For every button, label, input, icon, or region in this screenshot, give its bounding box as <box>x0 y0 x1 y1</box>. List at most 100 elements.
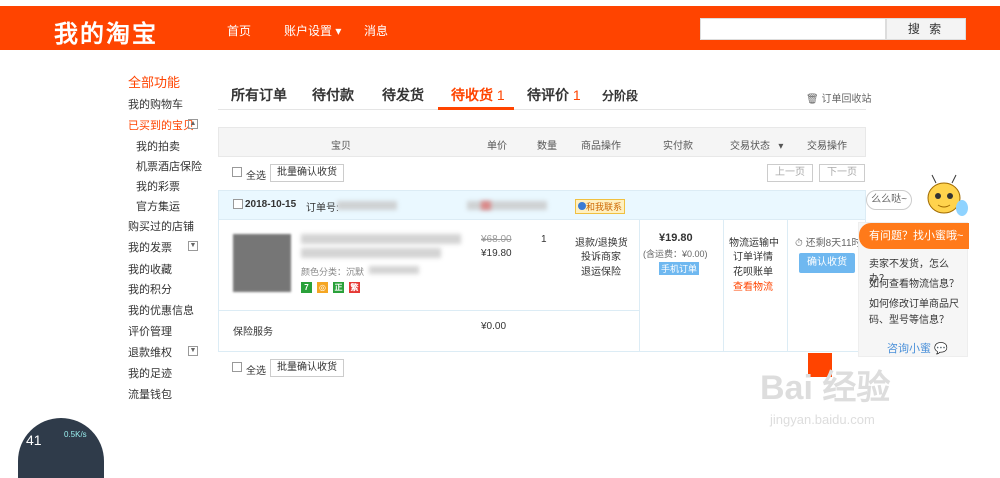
help-question[interactable]: 码、型号等信息？ <box>869 311 949 326</box>
variant-label: 颜色分类：沉默 <box>301 267 365 277</box>
sidebar-item-label: 我的发票 <box>128 242 172 254</box>
sidebar-item-shops[interactable]: 购买过的店铺 <box>128 218 194 234</box>
chevron-down-icon: ▾ <box>335 24 342 38</box>
shop-name-redacted <box>467 201 547 210</box>
product-title-redacted[interactable] <box>301 234 461 244</box>
sidebar-item-auction[interactable]: 我的拍卖 <box>136 138 180 154</box>
sidebar-item-footprints[interactable]: 我的足迹 <box>128 365 172 381</box>
remaining-time-label: 还剩8天11时 <box>805 238 862 249</box>
help-question[interactable]: 如何修改订单商品尺 <box>869 295 959 310</box>
mascot-speech-bubble: 么么哒~ <box>866 190 912 210</box>
tab-pending-shipment[interactable]: 待发货 <box>382 85 424 105</box>
ask-assistant-link[interactable]: 咨询小蜜 💬 <box>887 340 948 356</box>
sidebar-item-label: 已买到的宝贝 <box>128 120 194 132</box>
col-item-ops: 商品操作 <box>581 141 621 152</box>
nav-account-settings[interactable]: 账户设置 ▾ <box>284 22 341 39</box>
sidebar-item-all-functions[interactable]: 全部功能 <box>128 72 180 91</box>
product-thumbnail[interactable] <box>233 234 291 292</box>
return-insurance-link[interactable]: 退运保险 <box>581 263 621 278</box>
top-bar: 我的淘宝 首页 账户设置 ▾ 消息 搜 索 <box>0 6 1000 50</box>
tab-pending-payment[interactable]: 待付款 <box>312 85 354 105</box>
sidebar-item-refunds[interactable]: 退款维权 ▼ <box>128 344 198 360</box>
help-question[interactable]: 如何查看物流信息？ <box>869 275 959 290</box>
chevron-down-icon: ▾ <box>778 141 784 152</box>
recycle-bin-link[interactable]: 🗑 订单回收站 <box>806 90 871 105</box>
tab-label: 待评价 <box>527 87 569 103</box>
unit-price: ¥19.80 <box>481 248 512 259</box>
insurance-price: ¥0.00 <box>481 321 507 332</box>
sidebar-item-lottery[interactable]: 我的彩票 <box>136 178 180 194</box>
divider <box>219 310 639 311</box>
divider <box>723 220 724 352</box>
nav-messages[interactable]: 消息 <box>364 22 388 39</box>
collapse-icon[interactable]: ▲ <box>188 119 198 129</box>
mobile-order-badge: 手机订单 <box>659 262 700 275</box>
original-price: ¥68.00 <box>481 234 512 245</box>
remaining-time: ⏱ 还剩8天11时 <box>795 234 862 249</box>
col-qty: 数量 <box>537 141 557 152</box>
order-detail-link[interactable]: 订单详情 <box>733 248 773 263</box>
col-ops: 交易操作 <box>807 141 847 152</box>
quantity: 1 <box>541 234 547 245</box>
ask-assistant-label: 咨询小蜜 <box>887 343 931 355</box>
expand-icon[interactable]: ▼ <box>188 241 198 251</box>
tab-count: 1 <box>496 87 505 103</box>
network-speed-widget[interactable]: 41 0.5K/s <box>18 418 104 478</box>
top-toolbar: 全选 批量确认收货 上一页 下一页 <box>218 160 866 188</box>
refund-link[interactable]: 退款/退换货 <box>575 234 628 249</box>
product-title-redacted[interactable] <box>301 248 441 258</box>
divider <box>787 220 788 352</box>
tab-all-orders[interactable]: 所有订单 <box>231 85 287 105</box>
select-all-checkbox[interactable] <box>232 167 242 177</box>
order-body: 颜色分类：沉默 7 ◎ 正 繁 ¥68.00 ¥19.80 1 退款/退换货 投… <box>218 220 866 352</box>
col-status[interactable]: 交易状态 ▾ <box>730 137 783 152</box>
watermark-logo: Bai 经验 <box>760 369 891 407</box>
batch-confirm-button[interactable]: 批量确认收货 <box>270 164 344 182</box>
recycle-bin-label: 订单回收站 <box>821 94 872 105</box>
tab-pending-receipt[interactable]: 待收货 1 <box>451 85 505 105</box>
shop-icon <box>481 201 491 210</box>
watermark-url: jingyan.baidu.com <box>770 412 875 427</box>
order-number-label: 订单号: <box>306 203 339 214</box>
sidebar-item-reviews[interactable]: 评价管理 <box>128 323 172 339</box>
complaint-link[interactable]: 投诉商家 <box>581 248 621 263</box>
sidebar-item-data-wallet[interactable]: 流量钱包 <box>128 386 172 402</box>
sidebar-item-favorites[interactable]: 我的收藏 <box>128 261 172 277</box>
search-input[interactable] <box>700 18 886 40</box>
logistics-status: 物流运输中 <box>729 238 779 249</box>
prev-page-button[interactable]: 上一页 <box>767 164 813 182</box>
contact-seller-button[interactable]: 和我联系 <box>575 199 626 214</box>
confirm-receipt-button[interactable]: 确认收货 <box>799 253 855 273</box>
col-item: 宝贝 <box>331 141 351 152</box>
active-tab-indicator <box>438 107 514 110</box>
sidebar-item-cart[interactable]: 我的购物车 <box>128 96 183 112</box>
nav-home[interactable]: 首页 <box>227 22 251 39</box>
table-header: 宝贝 单价 数量 商品操作 实付款 交易状态 ▾ 交易操作 <box>218 127 866 157</box>
sidebar-item-points[interactable]: 我的积分 <box>128 281 172 297</box>
search-button[interactable]: 搜 索 <box>886 18 966 40</box>
sidebar-item-purchased[interactable]: 已买到的宝贝 ▲ <box>128 117 198 133</box>
sidebar-item-coupons[interactable]: 我的优惠信息 <box>128 302 194 318</box>
tab-staged[interactable]: 分阶段 <box>602 87 638 104</box>
sidebar-item-invoices[interactable]: 我的发票 ▼ <box>128 239 198 255</box>
tab-label: 待收货 <box>451 87 493 103</box>
sidebar-item-label: 退款维权 <box>128 347 172 359</box>
brand-logo[interactable]: 我的淘宝 <box>54 14 158 49</box>
order-checkbox[interactable] <box>233 199 243 209</box>
view-logistics-link[interactable]: 查看物流 <box>733 278 773 293</box>
seven-day-return-icon: 7 <box>301 282 312 293</box>
bee-mascot-icon[interactable] <box>918 172 970 220</box>
contact-seller-label: 和我联系 <box>586 202 623 212</box>
help-title[interactable]: 有问题？找小蜜哦~ <box>859 223 969 249</box>
sidebar-item-travel-insurance[interactable]: 机票酒店保险 <box>136 158 202 174</box>
tab-pending-review[interactable]: 待评价 1 <box>527 85 581 105</box>
batch-confirm-button[interactable]: 批量确认收货 <box>270 359 344 377</box>
select-all-checkbox[interactable] <box>232 362 242 372</box>
next-page-button[interactable]: 下一页 <box>819 164 865 182</box>
tab-count: 1 <box>572 87 581 103</box>
order-tabs: 所有订单 待付款 待发货 待收货 1 待评价 1 分阶段 <box>218 76 866 110</box>
sidebar-item-consolidation[interactable]: 官方集运 <box>136 198 180 214</box>
huabei-bill-link[interactable]: 花呗账单 <box>733 263 773 278</box>
col-status-label: 交易状态 <box>730 141 770 152</box>
expand-icon[interactable]: ▼ <box>188 346 198 356</box>
